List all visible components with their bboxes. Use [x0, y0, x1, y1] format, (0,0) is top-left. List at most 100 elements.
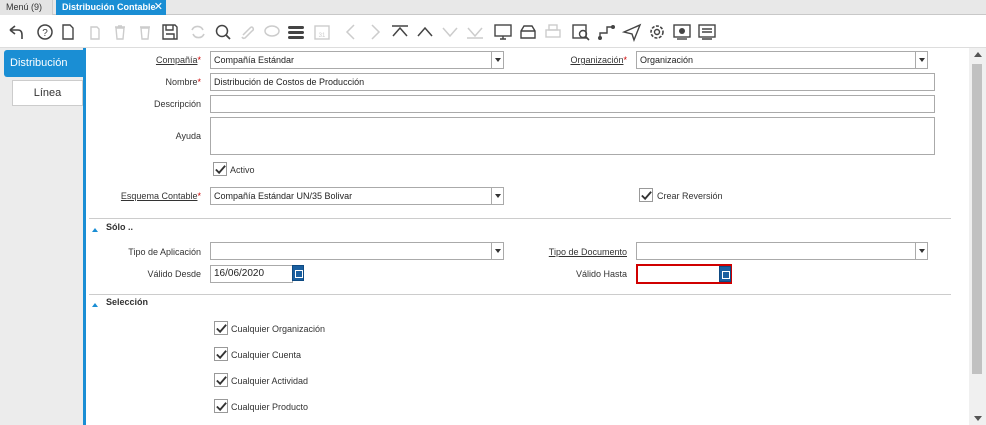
process-icon[interactable]: [697, 22, 717, 42]
scroll-up-icon[interactable]: [974, 52, 982, 57]
nombre-label: Nombre*: [149, 77, 201, 87]
archive-icon[interactable]: [518, 22, 538, 42]
valido-desde-label: Válido Desde: [147, 269, 201, 279]
cualquier-organizacion-checkbox[interactable]: [214, 321, 228, 335]
chevron-down-icon[interactable]: [491, 52, 503, 68]
scroll-down-icon[interactable]: [974, 416, 982, 421]
required-mark: *: [197, 55, 201, 65]
organizacion-select[interactable]: Organización: [636, 51, 928, 69]
last-record-icon[interactable]: [465, 22, 485, 42]
checkmark-icon: [216, 350, 227, 360]
tab-linea-label: Línea: [33, 87, 62, 99]
checkmark-icon: [641, 191, 652, 201]
valido-hasta-label: Válido Hasta: [575, 269, 627, 279]
cualquier-producto-label: Cualquier Producto: [231, 402, 309, 412]
attachment-icon[interactable]: [237, 22, 257, 42]
chevron-down-icon[interactable]: [915, 243, 927, 259]
child-record-icon[interactable]: [440, 22, 460, 42]
tab-active-label: Distribución Contable: [62, 2, 156, 12]
collapse-icon[interactable]: [92, 228, 98, 232]
refresh-icon[interactable]: [188, 22, 208, 42]
workflow-icon[interactable]: [597, 22, 617, 42]
descripcion-field[interactable]: [210, 95, 935, 113]
previous-icon[interactable]: [341, 22, 361, 42]
cualquier-actividad-label: Cualquier Actividad: [231, 376, 309, 386]
esquema-value: Compañía Estándar UN/35 Bolivar: [214, 191, 353, 201]
nombre-value: Distribución de Costos de Producción: [214, 77, 365, 87]
tab-menu[interactable]: Menú (9): [0, 0, 53, 15]
compania-label: Compañía*: [149, 55, 201, 65]
svg-text:31: 31: [319, 33, 326, 39]
chevron-down-icon[interactable]: [491, 188, 503, 204]
calendar-icon[interactable]: [719, 266, 731, 282]
grid-toggle-icon[interactable]: [286, 22, 306, 42]
tab-accent-bar: [83, 48, 86, 425]
copy-icon[interactable]: [85, 22, 105, 42]
tipo-documento-label: Tipo de Documento: [537, 247, 627, 257]
scroll-thumb[interactable]: [972, 64, 982, 374]
tipo-documento-label-text: Tipo de Documento: [548, 247, 627, 257]
ayuda-textarea[interactable]: [210, 117, 935, 155]
product-info-icon[interactable]: [672, 22, 692, 42]
tab-distribucion[interactable]: Distribución: [4, 50, 84, 77]
collapse-icon[interactable]: [92, 303, 98, 307]
undo-icon[interactable]: [6, 22, 26, 42]
print-icon[interactable]: [543, 22, 563, 42]
cualquier-cuenta-checkbox[interactable]: [214, 347, 228, 361]
calendar-icon[interactable]: 31: [312, 22, 332, 42]
nombre-field[interactable]: Distribución de Costos de Producción: [210, 73, 935, 91]
compania-select[interactable]: Compañía Estándar: [210, 51, 504, 69]
valido-desde-field[interactable]: 16/06/2020: [210, 265, 293, 283]
detail-tab-pane: Distribución Línea: [0, 48, 86, 425]
request-icon[interactable]: [621, 22, 642, 43]
section-seleccion-title[interactable]: Selección: [106, 297, 148, 307]
esquema-label-text: Esquema Contable: [120, 191, 198, 201]
checkmark-icon: [216, 402, 227, 412]
required-mark: *: [197, 77, 201, 87]
calendar-icon[interactable]: [292, 265, 304, 281]
report-icon[interactable]: [493, 22, 513, 42]
cualquier-organizacion-label: Cualquier Organización: [231, 324, 326, 334]
window-tab-bar: Menú (9) Distribución Contable ✕: [0, 0, 986, 15]
ayuda-label: Ayuda: [175, 131, 201, 141]
zoom-across-icon[interactable]: [571, 22, 591, 42]
parent-record-icon[interactable]: [415, 22, 435, 42]
checkmark-icon: [215, 165, 226, 175]
cualquier-actividad-checkbox[interactable]: [214, 373, 228, 387]
next-icon[interactable]: [365, 22, 385, 42]
crear-reversion-checkbox[interactable]: [639, 188, 653, 202]
chevron-down-icon[interactable]: [915, 52, 927, 68]
section-divider: [89, 218, 951, 219]
chevron-down-icon[interactable]: [491, 243, 503, 259]
find-icon[interactable]: [213, 22, 233, 42]
chat-icon[interactable]: [262, 22, 282, 42]
section-solo-title[interactable]: Sólo ..: [106, 222, 133, 232]
save-icon[interactable]: [160, 22, 180, 42]
crear-reversion-label: Crear Reversión: [657, 191, 723, 201]
checkmark-icon: [216, 376, 227, 386]
new-record-icon[interactable]: [58, 22, 78, 42]
cualquier-producto-checkbox[interactable]: [214, 399, 228, 413]
esquema-select[interactable]: Compañía Estándar UN/35 Bolivar: [210, 187, 504, 205]
activo-label: Activo: [230, 165, 255, 175]
required-mark: *: [623, 55, 627, 65]
delete-icon[interactable]: [110, 22, 130, 42]
organizacion-value: Organización: [640, 55, 694, 65]
organizacion-label-text: Organización: [570, 55, 624, 65]
tipo-documento-select[interactable]: [636, 242, 928, 260]
delete-selection-icon[interactable]: [135, 22, 155, 42]
close-tab-icon[interactable]: ✕: [154, 0, 163, 15]
form-panel: Compañía* Compañía Estándar Organización…: [89, 48, 969, 425]
tipo-aplicacion-select[interactable]: [210, 242, 504, 260]
tab-distribucion-contable[interactable]: Distribución Contable ✕: [56, 0, 166, 15]
valido-hasta-field[interactable]: [636, 264, 732, 284]
first-record-icon[interactable]: [390, 22, 410, 42]
tab-linea[interactable]: Línea: [12, 80, 83, 106]
help-icon[interactable]: ?: [35, 22, 55, 42]
vertical-scrollbar[interactable]: [969, 48, 986, 425]
activo-checkbox[interactable]: [213, 162, 227, 176]
settings-icon[interactable]: [647, 22, 667, 42]
nombre-label-text: Nombre: [165, 77, 198, 87]
svg-text:?: ?: [42, 28, 48, 39]
tipo-aplicacion-label: Tipo de Aplicación: [128, 247, 201, 257]
